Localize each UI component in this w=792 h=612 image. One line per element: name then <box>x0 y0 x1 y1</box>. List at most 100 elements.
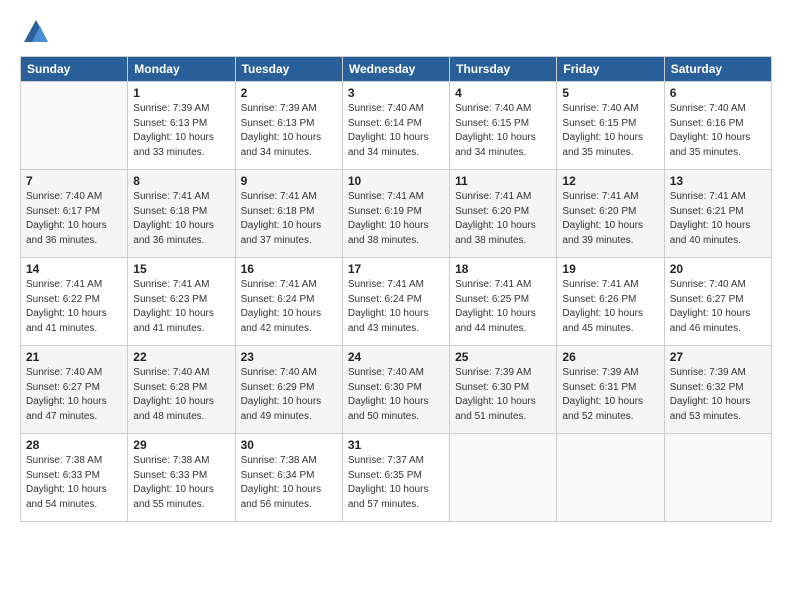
day-number: 17 <box>348 262 444 276</box>
header-row <box>20 18 772 46</box>
day-number: 4 <box>455 86 551 100</box>
day-number: 20 <box>670 262 766 276</box>
day-info: Sunrise: 7:40 AM Sunset: 6:15 PM Dayligh… <box>455 102 551 160</box>
day-info: Sunrise: 7:40 AM Sunset: 6:27 PM Dayligh… <box>670 278 766 336</box>
day-number: 3 <box>348 86 444 100</box>
day-cell: 6Sunrise: 7:40 AM Sunset: 6:16 PM Daylig… <box>664 82 771 170</box>
day-number: 27 <box>670 350 766 364</box>
day-cell: 22 Sunrise: 7:40 AM Sunset: 6:28 PM Dayli… <box>128 346 235 434</box>
day-info: Sunrise: 7:38 AM Sunset: 6:33 PM Dayligh… <box>26 454 122 512</box>
day-number: 19 <box>562 262 658 276</box>
day-cell: 14 Sunrise: 7:41 AM Sunset: 6:22 PM Dayli… <box>21 258 128 346</box>
day-cell: 20 Sunrise: 7:40 AM Sunset: 6:27 PM Dayli… <box>664 258 771 346</box>
day-info: Sunrise: 7:40 AM Sunset: 6:15 PM Dayligh… <box>562 102 658 160</box>
week-row-4: 21Sunrise: 7:40 AM Sunset: 6:27 PM Dayli… <box>21 346 772 434</box>
day-number: 18 <box>455 262 551 276</box>
day-cell: 1 Sunrise: 7:39 AM Sunset: 6:13 PM Daylig… <box>128 82 235 170</box>
day-cell <box>450 434 557 522</box>
day-info: Sunrise: 7:40 AM Sunset: 6:28 PM Dayligh… <box>133 366 229 424</box>
day-info: Sunrise: 7:40 AM Sunset: 6:14 PM Dayligh… <box>348 102 444 160</box>
day-info: Sunrise: 7:41 AM Sunset: 6:18 PM Dayligh… <box>133 190 229 248</box>
day-info: Sunrise: 7:41 AM Sunset: 6:18 PM Dayligh… <box>241 190 337 248</box>
day-cell: 31 Sunrise: 7:37 AM Sunset: 6:35 PM Dayli… <box>342 434 449 522</box>
day-cell: 17 Sunrise: 7:41 AM Sunset: 6:24 PM Dayli… <box>342 258 449 346</box>
day-info: Sunrise: 7:39 AM Sunset: 6:13 PM Dayligh… <box>241 102 337 160</box>
day-info: Sunrise: 7:39 AM Sunset: 6:31 PM Dayligh… <box>562 366 658 424</box>
day-cell <box>21 82 128 170</box>
day-cell: 28 Sunrise: 7:38 AM Sunset: 6:33 PM Dayli… <box>21 434 128 522</box>
header-row-days: SundayMondayTuesdayWednesdayThursdayFrid… <box>21 57 772 82</box>
day-header-wednesday: Wednesday <box>342 57 449 82</box>
day-info: Sunrise: 7:41 AM Sunset: 6:22 PM Dayligh… <box>26 278 122 336</box>
day-cell: 7 Sunrise: 7:40 AM Sunset: 6:17 PM Daylig… <box>21 170 128 258</box>
day-number: 21 <box>26 350 122 364</box>
day-cell: 24 Sunrise: 7:40 AM Sunset: 6:30 PM Dayli… <box>342 346 449 434</box>
day-header-thursday: Thursday <box>450 57 557 82</box>
day-info: Sunrise: 7:41 AM Sunset: 6:24 PM Dayligh… <box>348 278 444 336</box>
day-cell: 18 Sunrise: 7:41 AM Sunset: 6:25 PM Dayli… <box>450 258 557 346</box>
day-cell: 29Sunrise: 7:38 AM Sunset: 6:33 PM Dayli… <box>128 434 235 522</box>
day-cell: 15 Sunrise: 7:41 AM Sunset: 6:23 PM Dayli… <box>128 258 235 346</box>
day-cell: 19 Sunrise: 7:41 AM Sunset: 6:26 PM Dayli… <box>557 258 664 346</box>
day-number: 24 <box>348 350 444 364</box>
day-cell: 9 Sunrise: 7:41 AM Sunset: 6:18 PM Daylig… <box>235 170 342 258</box>
day-number: 8 <box>133 174 229 188</box>
day-cell: 23 Sunrise: 7:40 AM Sunset: 6:29 PM Dayli… <box>235 346 342 434</box>
day-number: 31 <box>348 438 444 452</box>
day-cell: 12Sunrise: 7:41 AM Sunset: 6:20 PM Dayli… <box>557 170 664 258</box>
day-number: 25 <box>455 350 551 364</box>
day-info: Sunrise: 7:37 AM Sunset: 6:35 PM Dayligh… <box>348 454 444 512</box>
day-header-sunday: Sunday <box>21 57 128 82</box>
day-cell <box>557 434 664 522</box>
day-cell: 5 Sunrise: 7:40 AM Sunset: 6:15 PM Daylig… <box>557 82 664 170</box>
day-cell: 4 Sunrise: 7:40 AM Sunset: 6:15 PM Daylig… <box>450 82 557 170</box>
day-info: Sunrise: 7:39 AM Sunset: 6:30 PM Dayligh… <box>455 366 551 424</box>
day-number: 14 <box>26 262 122 276</box>
day-number: 23 <box>241 350 337 364</box>
day-cell: 10 Sunrise: 7:41 AM Sunset: 6:19 PM Dayli… <box>342 170 449 258</box>
day-cell: 25 Sunrise: 7:39 AM Sunset: 6:30 PM Dayli… <box>450 346 557 434</box>
day-header-saturday: Saturday <box>664 57 771 82</box>
day-number: 15 <box>133 262 229 276</box>
week-row-5: 28 Sunrise: 7:38 AM Sunset: 6:33 PM Dayli… <box>21 434 772 522</box>
day-info: Sunrise: 7:41 AM Sunset: 6:25 PM Dayligh… <box>455 278 551 336</box>
day-cell: 11Sunrise: 7:41 AM Sunset: 6:20 PM Dayli… <box>450 170 557 258</box>
day-cell: 30 Sunrise: 7:38 AM Sunset: 6:34 PM Dayli… <box>235 434 342 522</box>
day-number: 28 <box>26 438 122 452</box>
day-info: Sunrise: 7:39 AM Sunset: 6:32 PM Dayligh… <box>670 366 766 424</box>
day-header-monday: Monday <box>128 57 235 82</box>
day-number: 1 <box>133 86 229 100</box>
week-row-3: 14 Sunrise: 7:41 AM Sunset: 6:22 PM Dayli… <box>21 258 772 346</box>
day-number: 22 <box>133 350 229 364</box>
day-cell: 27 Sunrise: 7:39 AM Sunset: 6:32 PM Dayli… <box>664 346 771 434</box>
day-info: Sunrise: 7:41 AM Sunset: 6:24 PM Dayligh… <box>241 278 337 336</box>
day-header-friday: Friday <box>557 57 664 82</box>
day-info: Sunrise: 7:41 AM Sunset: 6:26 PM Dayligh… <box>562 278 658 336</box>
day-cell: 26 Sunrise: 7:39 AM Sunset: 6:31 PM Dayli… <box>557 346 664 434</box>
day-info: Sunrise: 7:40 AM Sunset: 6:16 PM Dayligh… <box>670 102 766 160</box>
week-row-2: 7 Sunrise: 7:40 AM Sunset: 6:17 PM Daylig… <box>21 170 772 258</box>
day-info: Sunrise: 7:38 AM Sunset: 6:34 PM Dayligh… <box>241 454 337 512</box>
day-info: Sunrise: 7:40 AM Sunset: 6:17 PM Dayligh… <box>26 190 122 248</box>
day-header-tuesday: Tuesday <box>235 57 342 82</box>
day-info: Sunrise: 7:41 AM Sunset: 6:19 PM Dayligh… <box>348 190 444 248</box>
day-info: Sunrise: 7:40 AM Sunset: 6:30 PM Dayligh… <box>348 366 444 424</box>
day-cell <box>664 434 771 522</box>
day-info: Sunrise: 7:41 AM Sunset: 6:21 PM Dayligh… <box>670 190 766 248</box>
logo-icon <box>22 18 50 46</box>
day-number: 16 <box>241 262 337 276</box>
day-info: Sunrise: 7:40 AM Sunset: 6:29 PM Dayligh… <box>241 366 337 424</box>
calendar-table: SundayMondayTuesdayWednesdayThursdayFrid… <box>20 56 772 522</box>
day-info: Sunrise: 7:41 AM Sunset: 6:23 PM Dayligh… <box>133 278 229 336</box>
day-number: 5 <box>562 86 658 100</box>
day-number: 29 <box>133 438 229 452</box>
day-number: 10 <box>348 174 444 188</box>
day-number: 7 <box>26 174 122 188</box>
day-number: 26 <box>562 350 658 364</box>
day-number: 13 <box>670 174 766 188</box>
day-number: 2 <box>241 86 337 100</box>
day-number: 30 <box>241 438 337 452</box>
day-number: 9 <box>241 174 337 188</box>
calendar-container: SundayMondayTuesdayWednesdayThursdayFrid… <box>0 0 792 532</box>
day-info: Sunrise: 7:39 AM Sunset: 6:13 PM Dayligh… <box>133 102 229 160</box>
